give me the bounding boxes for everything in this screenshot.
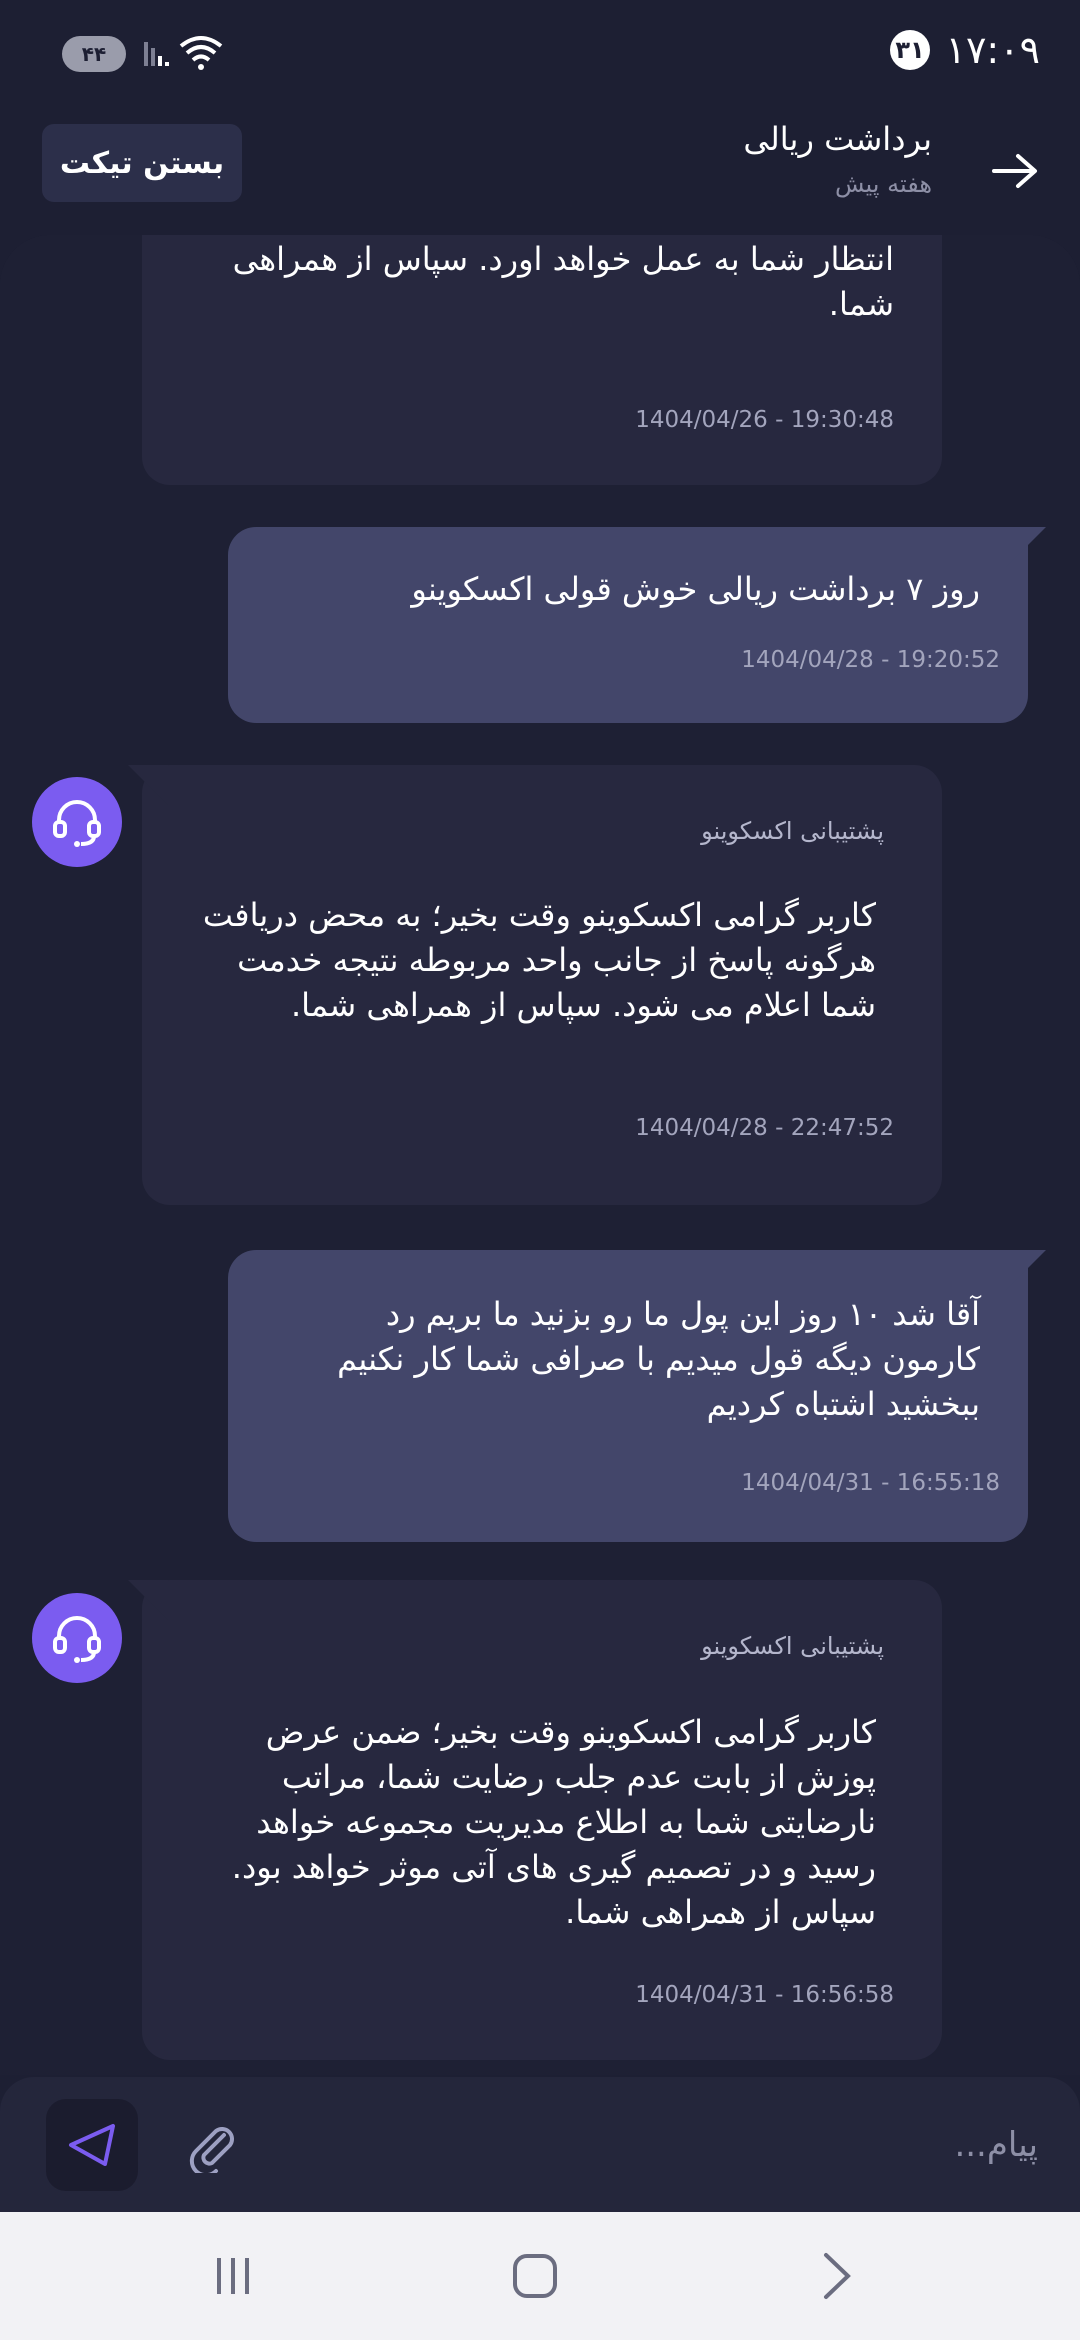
recent-apps-button[interactable] xyxy=(203,2246,263,2306)
send-button[interactable] xyxy=(46,2099,138,2191)
sender-name: پشتیبانی اکسکوینو xyxy=(701,817,884,845)
attach-button[interactable] xyxy=(182,2117,242,2177)
status-time: ۱۷:۰۹ xyxy=(945,28,1040,72)
status-bar: ۱۷:۰۹ ۳۱ ۴۴ xyxy=(0,0,1080,110)
ticket-header: برداشت ریالی هفته پیش بستن تیکت xyxy=(0,110,1080,240)
wifi-icon xyxy=(179,36,223,70)
nav-back-button[interactable] xyxy=(806,2246,866,2306)
ticket-title: برداشت ریالی xyxy=(743,120,932,158)
user-message: آقا شد ۱۰ روز این پول ما رو بزنید ما بری… xyxy=(228,1250,1046,1542)
message-time: 1404/04/28 - 19:20:52 xyxy=(741,647,1000,673)
chat-thread[interactable]: انتظار شما به عمل خواهد اورد. سپاس از هم… xyxy=(0,235,1080,2075)
system-nav-bar xyxy=(0,2212,1080,2340)
back-chevron-icon xyxy=(824,2253,851,2299)
close-ticket-button[interactable]: بستن تیکت xyxy=(42,124,242,202)
back-button[interactable] xyxy=(980,136,1050,206)
support-avatar xyxy=(32,1593,122,1683)
paperclip-icon xyxy=(189,2127,234,2173)
recent-apps-icon xyxy=(217,2258,249,2294)
home-icon xyxy=(513,2254,557,2298)
ticket-subtitle: هفته پیش xyxy=(834,170,932,198)
headset-icon xyxy=(53,800,101,847)
message-time: 1404/04/31 - 16:55:18 xyxy=(741,1470,1000,1496)
user-message: روز ۷ برداشت ریالی خوش قولی اکسکوینو 140… xyxy=(228,527,1046,723)
headset-icon xyxy=(53,1616,101,1663)
signal-icon xyxy=(144,42,169,66)
arrow-right-icon xyxy=(992,154,1037,188)
support-message: پشتیبانی اکسکوینو کاربر گرامی اکسکوینو و… xyxy=(128,765,942,1205)
message-text: کاربر گرامی اکسکوینو وقت بخیر؛ به محض در… xyxy=(202,896,876,1024)
send-icon xyxy=(69,2124,115,2166)
message-text: انتظار شما به عمل خواهد اورد. سپاس از هم… xyxy=(232,240,894,323)
support-message: پشتیبانی اکسکوینو کاربر گرامی اکسکوینو و… xyxy=(128,1580,942,2060)
message-composer xyxy=(0,2077,1080,2212)
battery-indicator: ۴۴ xyxy=(62,36,126,72)
home-button[interactable] xyxy=(505,2246,565,2306)
support-avatar xyxy=(32,777,122,867)
message-text: روز ۷ برداشت ریالی خوش قولی اکسکوینو xyxy=(411,570,980,608)
calendar-date-badge: ۳۱ xyxy=(890,30,930,70)
message-time: 1404/04/28 - 22:47:52 xyxy=(635,1115,894,1141)
message-time: 1404/04/31 - 16:56:58 xyxy=(635,1982,894,2008)
sender-name: پشتیبانی اکسکوینو xyxy=(701,1632,884,1660)
message-text: آقا شد ۱۰ روز این پول ما رو بزنید ما بری… xyxy=(337,1295,980,1423)
message-time: 1404/04/26 - 19:30:48 xyxy=(635,407,894,433)
message-text: کاربر گرامی اکسکوینو وقت بخیر؛ ضمن عرض پ… xyxy=(231,1713,876,1931)
message-input[interactable] xyxy=(336,2111,1040,2179)
support-message: انتظار شما به عمل خواهد اورد. سپاس از هم… xyxy=(142,235,942,485)
